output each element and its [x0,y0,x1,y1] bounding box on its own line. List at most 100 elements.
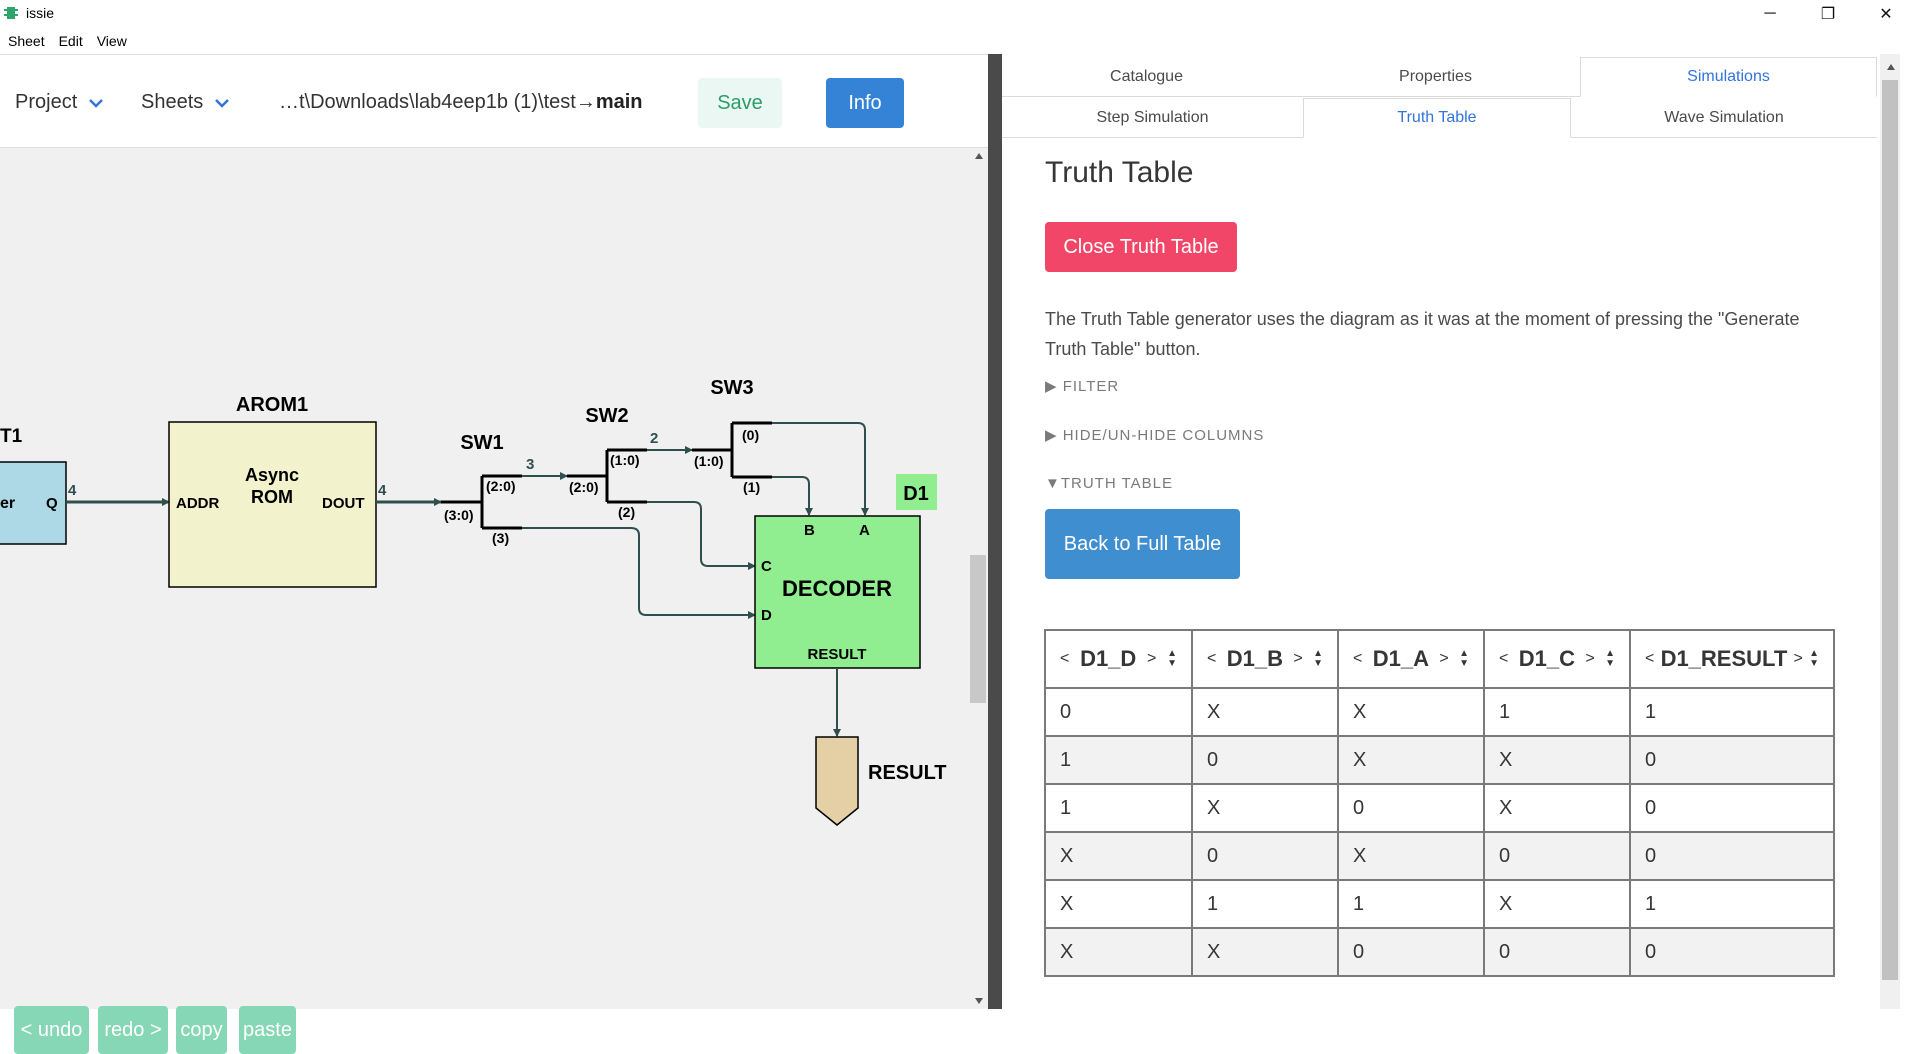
sort-icon[interactable]: ▲ ▼ [1313,649,1323,669]
decoder-port-a: A [859,522,870,539]
wire-width-label: 3 [526,456,534,473]
move-left-icon[interactable]: < [1499,650,1508,668]
move-right-icon[interactable]: > [1147,650,1156,668]
tab-properties[interactable]: Properties [1291,57,1580,97]
output-component[interactable] [815,736,859,826]
schematic-pane: Project Sheets …t\Downloads\lab4eep1b (1… [0,54,988,1054]
truth-table-toggle[interactable]: ▼TRUTH TABLE [1045,475,1173,492]
chevron-down-icon [215,98,230,108]
output-label: RESULT [868,762,947,784]
tab-step-simulation[interactable]: Step Simulation [1002,98,1303,138]
sheets-label: Sheets [141,91,204,113]
tab-wave-simulation[interactable]: Wave Simulation [1571,98,1877,138]
rom-text-async: Async [245,465,299,485]
move-right-icon[interactable]: > [1439,650,1448,668]
wire-width-label: 4 [378,482,387,499]
sort-icon[interactable]: ▲ ▼ [1459,649,1469,669]
sort-icon[interactable]: ▲ ▼ [1605,649,1615,669]
tab-truth-table[interactable]: Truth Table [1303,98,1571,138]
app-icon [4,7,18,19]
menu-edit[interactable]: Edit [59,29,83,53]
table-cell: 0 [1629,831,1835,881]
menu-bar: Sheet Edit View [0,29,127,53]
move-left-icon[interactable]: < [1207,650,1216,668]
canvas-scroll-thumb[interactable] [970,555,986,703]
description-text: The Truth Table generator uses the diagr… [1045,309,1800,359]
path-sheet: main [595,91,643,113]
table-cell: X [1191,783,1339,833]
table-row: 1X0X0 [1044,783,1835,833]
table-cell: 0 [1044,687,1193,737]
panel-scroll-thumb[interactable] [1882,80,1898,980]
wire[interactable] [772,422,866,515]
rom-title: AROM1 [236,394,308,416]
paste-button[interactable]: paste [239,1006,296,1054]
info-button[interactable]: Info [826,78,904,128]
decoder-port-result: RESULT [808,646,867,663]
column-header[interactable]: < D1_D > ▲ ▼ [1044,629,1193,689]
save-button[interactable]: Save [698,78,782,128]
close-window-button[interactable]: ✕ [1858,0,1914,28]
table-cell: X [1483,735,1631,785]
sort-icon[interactable]: ▲ ▼ [1167,649,1177,669]
main-tabs: Catalogue Properties Simulations [1002,57,1877,97]
window-title: issie [26,5,55,21]
wire-arrow-icon [560,472,568,480]
sheets-dropdown[interactable]: Sheets [141,91,230,114]
move-right-icon[interactable]: > [1585,650,1594,668]
sw2-label: SW2 [585,405,628,427]
filter-toggle[interactable]: ▶ FILTER [1045,377,1119,395]
move-left-icon[interactable]: < [1060,650,1069,668]
schematic-canvas[interactable]: T1 er Q 4 AROM1 Async ROM ADDR DOUT 4 SW… [0,149,970,1010]
move-left-icon[interactable]: < [1353,650,1362,668]
project-label: Project [15,91,78,113]
menu-view[interactable]: View [97,29,127,53]
wire[interactable] [772,476,810,515]
sw1-label: SW1 [460,432,503,454]
menu-sheet[interactable]: Sheet [8,29,45,53]
sw3-in-label: (1:0) [694,453,724,469]
close-truth-table-button[interactable]: Close Truth Table [1045,222,1237,272]
wire-arrow-icon [833,729,841,737]
move-right-icon[interactable]: > [1794,650,1803,668]
sw3-out0-label: (0) [742,427,759,443]
move-right-icon[interactable]: > [1293,650,1302,668]
sw3-label: SW3 [710,377,753,399]
column-header[interactable]: < D1_RESULT > ▲ ▼ [1629,629,1835,689]
table-row: X11X1 [1044,879,1835,929]
undo-button[interactable]: < undo [14,1006,89,1054]
column-header[interactable]: < D1_C > ▲ ▼ [1483,629,1631,689]
table-header-row: < D1_D > ▲ ▼ < D1_B > ▲ ▼ < D1_A > ▲ ▼ < D1_C > ▲ ▼ < D1_… [1044,629,1835,689]
table-cell: 1 [1629,879,1835,929]
rom-text-rom: ROM [251,487,293,507]
wire-arrow-icon [685,446,693,454]
maximize-button[interactable]: ❐ [1800,0,1856,28]
title-bar: issie ─ ❐ ✕ [0,0,1920,28]
copy-button[interactable]: copy [176,1006,227,1054]
redo-button[interactable]: redo > [98,1006,168,1054]
table-cell: 0 [1337,927,1485,977]
path-prefix: …t\Downloads\lab4eep1b (1)\test→ [279,91,596,113]
table-cell: 1 [1044,735,1193,785]
minimize-button[interactable]: ─ [1742,0,1798,28]
table-cell: 0 [1629,927,1835,977]
hide-columns-toggle[interactable]: ▶ HIDE/UN-HIDE COLUMNS [1045,426,1264,444]
column-header[interactable]: < D1_B > ▲ ▼ [1191,629,1339,689]
truth-table: < D1_D > ▲ ▼ < D1_B > ▲ ▼ < D1_A > ▲ ▼ < D1_C > ▲ ▼ < D1_… [1044,629,1835,977]
tab-simulations[interactable]: Simulations [1580,57,1877,97]
pane-divider[interactable] [988,54,1002,1009]
scroll-up-icon[interactable] [1886,62,1896,72]
project-dropdown[interactable]: Project [15,91,104,114]
decoder-text: DECODER [782,576,892,601]
sort-icon[interactable]: ▲ ▼ [1809,649,1819,669]
back-to-full-table-button[interactable]: Back to Full Table [1045,509,1240,579]
decoder-port-d: D [761,607,772,624]
tab-catalogue[interactable]: Catalogue [1002,57,1291,97]
table-cell: X [1337,735,1485,785]
move-left-icon[interactable]: < [1645,650,1654,668]
wire[interactable] [647,501,755,567]
column-header[interactable]: < D1_A > ▲ ▼ [1337,629,1485,689]
table-cell: 0 [1629,735,1835,785]
wire[interactable] [522,527,755,616]
table-cell: 0 [1483,927,1631,977]
